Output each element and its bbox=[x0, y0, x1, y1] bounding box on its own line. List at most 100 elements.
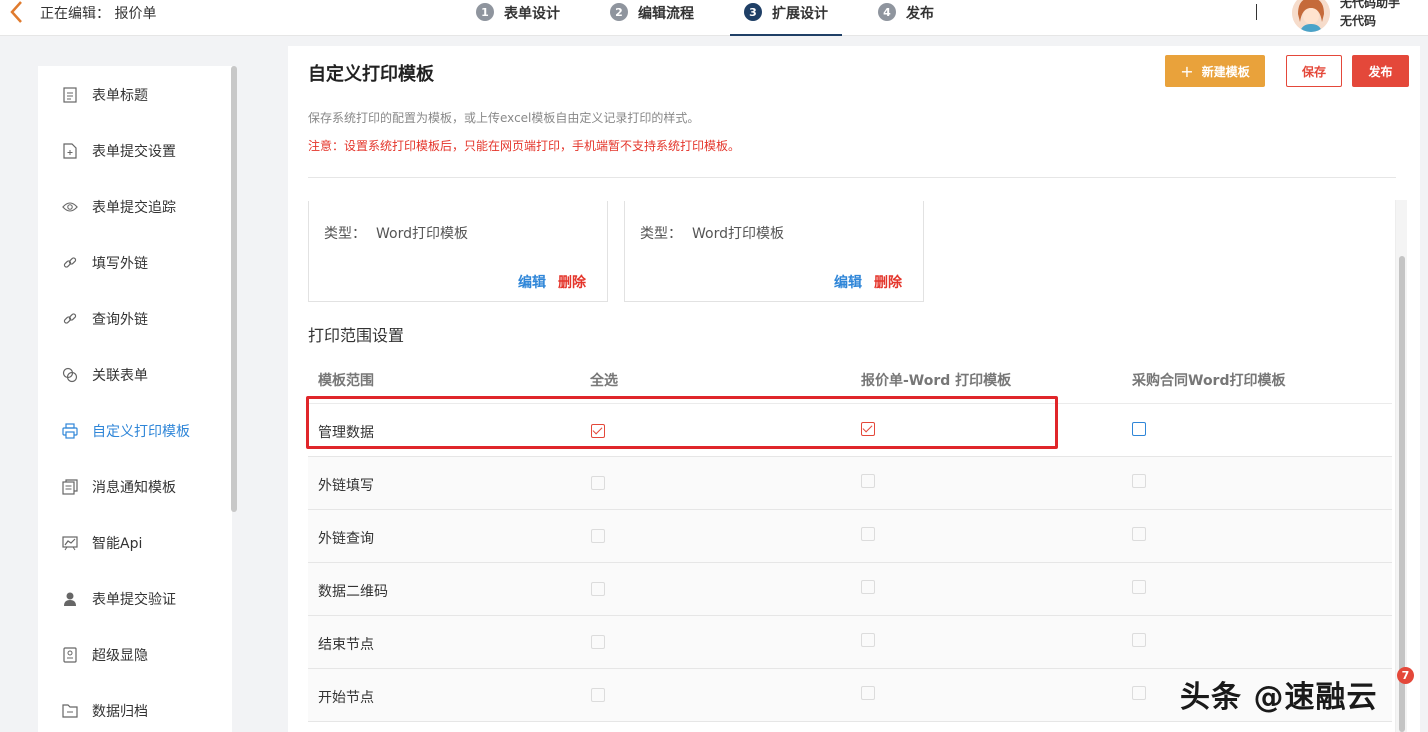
sidebar-item-related-form[interactable]: 关联表单 bbox=[38, 347, 232, 403]
editing-title: 正在编辑： 报价单 bbox=[40, 3, 156, 23]
sidebar-item-label: 表单标题 bbox=[92, 88, 148, 104]
card-type-label: 类型： bbox=[640, 226, 682, 242]
sidebar-item-label: 关联表单 bbox=[92, 368, 148, 384]
row-label: 开始节点 bbox=[318, 690, 374, 706]
back-arrow-icon[interactable] bbox=[6, 0, 26, 26]
archive-icon bbox=[62, 703, 78, 719]
sidebar-item-message-template[interactable]: 消息通知模板 bbox=[38, 459, 232, 515]
contract-word-checkbox[interactable] bbox=[1132, 527, 1146, 541]
watermark: 头条 @速融云 bbox=[1180, 680, 1378, 715]
column-header-quote-word: 报价单-Word 打印模板 bbox=[861, 373, 1012, 389]
chain-icon bbox=[62, 367, 78, 383]
step-label: 表单设计 bbox=[504, 6, 560, 22]
card-type-value: Word打印模板 bbox=[692, 226, 784, 242]
select-all-checkbox[interactable] bbox=[591, 582, 605, 596]
delete-link[interactable]: 删除 bbox=[874, 272, 902, 292]
row-label: 外链查询 bbox=[318, 531, 374, 547]
description: 保存系统打印的配置为模板，或上传excel模板自由定义记录打印的样式。 bbox=[308, 111, 700, 125]
column-header-contract-word: 采购合同Word打印模板 bbox=[1132, 373, 1286, 389]
sidebar-item-submit-validation[interactable]: 表单提交验证 bbox=[38, 571, 232, 627]
user-icon bbox=[62, 591, 78, 607]
sidebar-item-label: 超级显隐 bbox=[92, 648, 148, 664]
sidebar-item-submit-tracking[interactable]: 表单提交追踪 bbox=[38, 179, 232, 235]
step-edit-flow[interactable]: 2 编辑流程 bbox=[596, 0, 708, 36]
sidebar: 表单标题 表单提交设置 表单提交追踪 填写外链 查询外链 关联表单 自定义打印模… bbox=[38, 66, 232, 732]
step-label: 扩展设计 bbox=[772, 6, 828, 22]
card-type-label: 类型： bbox=[324, 226, 366, 242]
sidebar-item-form-title[interactable]: 表单标题 bbox=[38, 67, 232, 123]
printer-icon bbox=[62, 423, 78, 439]
quote-word-checkbox[interactable] bbox=[861, 633, 875, 647]
sidebar-item-smart-api[interactable]: 智能Api bbox=[38, 515, 232, 571]
section-title: 打印范围设置 bbox=[308, 326, 405, 345]
top-bar: 正在编辑： 报价单 1 表单设计 2 编辑流程 3 扩展设计 4 发布 无代码助… bbox=[0, 0, 1428, 36]
edit-link[interactable]: 编辑 bbox=[518, 272, 546, 292]
user-role: 无代码 bbox=[1340, 14, 1377, 28]
table-row: 外链查询 bbox=[308, 510, 1392, 563]
select-all-checkbox[interactable] bbox=[591, 635, 605, 649]
template-card: 类型： Word打印模板 编辑 删除 bbox=[308, 201, 608, 302]
table-row: 结束节点 bbox=[308, 616, 1392, 669]
step-extend-design[interactable]: 3 扩展设计 bbox=[730, 0, 842, 36]
select-all-checkbox[interactable] bbox=[591, 476, 605, 490]
select-all-checkbox[interactable] bbox=[591, 529, 605, 543]
sidebar-item-label: 自定义打印模板 bbox=[92, 424, 190, 440]
sidebar-item-submit-settings[interactable]: 表单提交设置 bbox=[38, 123, 232, 179]
sidebar-item-query-link[interactable]: 查询外链 bbox=[38, 291, 232, 347]
step-publish[interactable]: 4 发布 bbox=[864, 0, 948, 36]
step-number: 3 bbox=[744, 3, 762, 21]
quote-word-checkbox[interactable] bbox=[861, 580, 875, 594]
step-form-design[interactable]: 1 表单设计 bbox=[462, 0, 574, 36]
notification-badge: 7 bbox=[1397, 667, 1414, 684]
divider bbox=[308, 177, 1396, 178]
link-icon bbox=[62, 311, 78, 327]
select-all-checkbox[interactable] bbox=[591, 688, 605, 702]
quote-word-checkbox[interactable] bbox=[861, 686, 875, 700]
scrollbar-thumb[interactable] bbox=[1399, 256, 1405, 732]
new-template-label: 新建模板 bbox=[1201, 64, 1250, 79]
new-template-button[interactable]: + 新建模板 bbox=[1165, 55, 1265, 87]
plus-icon: + bbox=[1180, 61, 1194, 81]
doc-name: 报价单 bbox=[114, 6, 157, 22]
step-number: 1 bbox=[476, 3, 494, 21]
sidebar-item-label: 填写外链 bbox=[92, 256, 148, 272]
sidebar-item-fill-link[interactable]: 填写外链 bbox=[38, 235, 232, 291]
user-name: 无代码助手 bbox=[1340, 0, 1401, 10]
file-plus-icon bbox=[62, 143, 78, 159]
save-button[interactable]: 保存 bbox=[1286, 55, 1342, 87]
sidebar-scrollbar[interactable] bbox=[231, 66, 237, 512]
step-label: 发布 bbox=[906, 6, 934, 22]
contract-word-checkbox[interactable] bbox=[1132, 474, 1146, 488]
quote-word-checkbox[interactable] bbox=[861, 527, 875, 541]
edit-link[interactable]: 编辑 bbox=[834, 272, 862, 292]
publish-button[interactable]: 发布 bbox=[1352, 55, 1409, 87]
sidebar-item-label: 查询外链 bbox=[92, 312, 148, 328]
delete-link[interactable]: 删除 bbox=[558, 272, 586, 292]
message-icon bbox=[62, 479, 78, 495]
sidebar-item-label: 表单提交设置 bbox=[92, 144, 176, 160]
notice: 注意：设置系统打印模板后，只能在网页端打印，手机端暂不支持系统打印模板。 bbox=[308, 139, 741, 153]
sidebar-item-label: 数据归档 bbox=[92, 704, 148, 720]
contract-word-checkbox[interactable] bbox=[1132, 633, 1146, 647]
sidebar-item-custom-print-template[interactable]: 自定义打印模板 bbox=[38, 403, 232, 459]
link-icon bbox=[62, 255, 78, 271]
contract-word-checkbox[interactable] bbox=[1132, 686, 1146, 700]
card-type-value: Word打印模板 bbox=[376, 226, 468, 242]
toggle-icon bbox=[62, 647, 78, 663]
step-number: 2 bbox=[610, 3, 628, 21]
template-card: 类型： Word打印模板 编辑 删除 bbox=[624, 201, 924, 302]
contract-word-checkbox[interactable] bbox=[1132, 580, 1146, 594]
quote-word-checkbox[interactable] bbox=[861, 474, 875, 488]
step-label: 编辑流程 bbox=[638, 6, 694, 22]
table-row: 数据二维码 bbox=[308, 563, 1392, 616]
table-row: 外链填写 bbox=[308, 457, 1392, 510]
contract-word-checkbox[interactable] bbox=[1132, 422, 1146, 436]
main-scrollbar[interactable] bbox=[1395, 200, 1407, 732]
avatar[interactable] bbox=[1292, 0, 1330, 32]
sidebar-item-data-archive[interactable]: 数据归档 bbox=[38, 683, 232, 732]
row-label: 数据二维码 bbox=[318, 584, 388, 600]
sidebar-item-super-visibility[interactable]: 超级显隐 bbox=[38, 627, 232, 683]
row-label: 外链填写 bbox=[318, 478, 374, 494]
column-header-scope: 模板范围 bbox=[318, 373, 374, 389]
column-header-select-all: 全选 bbox=[590, 373, 618, 389]
